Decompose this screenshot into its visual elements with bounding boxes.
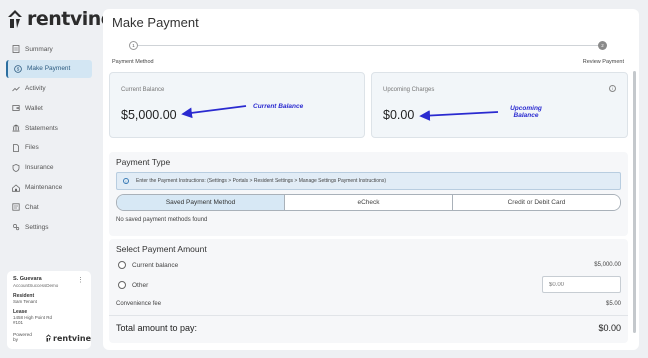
account-name: AccountSuccessDemo	[13, 283, 59, 288]
main-scrollbar[interactable]	[633, 71, 636, 333]
payment-type-section: Payment Type i Enter the Payment Instruc…	[109, 152, 628, 236]
upcoming-annotation-line1: Upcoming	[510, 105, 542, 112]
sidebar-item-settings[interactable]: Settings	[6, 218, 92, 236]
powered-by-logo-text: rentvine	[53, 333, 91, 343]
step-1-indicator[interactable]: 1	[129, 41, 138, 50]
total-label: Total amount to pay:	[116, 323, 198, 333]
sidebar-item-label: Chat	[25, 203, 39, 211]
sidebar-item-maintenance[interactable]: Maintenance	[6, 179, 92, 197]
sidebar: rentvine Summary $ Make Payment Activity…	[0, 0, 114, 358]
payment-amount-title: Select Payment Amount	[116, 244, 207, 254]
info-icon[interactable]: i	[609, 85, 616, 92]
convenience-fee-label: Convenience fee	[116, 301, 162, 307]
step-2-indicator[interactable]: 2	[598, 41, 607, 50]
user-name: S. Guevara	[13, 276, 42, 282]
tab-credit-debit-card[interactable]: Credit or Debit Card	[453, 195, 620, 210]
wallet-icon	[12, 104, 20, 112]
file-icon	[12, 144, 20, 152]
powered-by-logo: rentvine	[45, 334, 91, 343]
current-balance-label: Current Balance	[121, 87, 165, 93]
activity-icon	[12, 85, 20, 93]
other-amount-option[interactable]: Other	[118, 281, 148, 289]
page-title: Make Payment	[112, 15, 199, 30]
current-balance-option-label: Current balance	[132, 261, 179, 269]
sidebar-item-label: Wallet	[25, 104, 43, 112]
maintenance-icon	[12, 184, 20, 192]
convenience-fee-row: Convenience fee	[116, 301, 161, 307]
sidebar-item-activity[interactable]: Activity	[6, 80, 92, 98]
sidebar-item-make-payment[interactable]: $ Make Payment	[6, 59, 92, 78]
step-2-label: Review Payment	[582, 59, 624, 65]
sidebar-item-label: Make Payment	[27, 65, 71, 73]
convenience-fee-value: $5.00	[605, 301, 621, 307]
rentvine-mini-icon	[45, 334, 52, 342]
upcoming-charges-card: Upcoming Charges $0.00 i	[371, 72, 628, 138]
dollar-circle-icon: $	[14, 64, 22, 73]
current-balance-card: Current Balance $5,000.00	[109, 72, 365, 138]
payment-type-tabs: Saved Payment Method eCheck Credit or De…	[116, 194, 621, 211]
sidebar-item-label: Statements	[25, 124, 58, 132]
total-divider	[109, 315, 628, 316]
sidebar-item-label: Files	[25, 144, 39, 152]
total-value: $0.00	[598, 323, 621, 333]
payment-type-title: Payment Type	[116, 157, 171, 167]
document-icon	[12, 45, 20, 53]
current-balance-annotation: Current Balance	[253, 103, 304, 110]
current-balance-amount: $5,000.00	[594, 262, 621, 268]
powered-by: Powered by rentvine	[13, 333, 91, 343]
main-panel: Make Payment 1 2 Payment Method Review P…	[103, 9, 639, 350]
stepper-line	[135, 45, 601, 46]
other-amount-radio[interactable]	[118, 281, 126, 289]
rentvine-logo[interactable]: rentvine	[7, 8, 114, 30]
sidebar-item-statements[interactable]: Statements	[6, 119, 92, 137]
lease-unit: #101	[13, 320, 24, 325]
tab-saved-payment-method[interactable]: Saved Payment Method	[117, 195, 285, 210]
info-icon: i	[123, 178, 129, 184]
sidebar-item-label: Summary	[25, 45, 53, 53]
current-balance-value: $5,000.00	[121, 108, 177, 122]
other-amount-input[interactable]	[542, 276, 621, 293]
current-balance-option[interactable]: Current balance	[118, 261, 178, 269]
sidebar-item-label: Insurance	[25, 164, 54, 172]
payment-instructions-banner: i Enter the Payment Instructions: (Setti…	[116, 172, 621, 190]
upcoming-charges-label: Upcoming Charges	[383, 87, 435, 93]
powered-by-label: Powered by	[13, 333, 32, 343]
sidebar-item-chat[interactable]: Chat	[6, 198, 92, 216]
current-balance-radio[interactable]	[118, 261, 126, 269]
upcoming-balance-annotation: Upcoming Balance	[503, 105, 549, 119]
payment-amount-section: Select Payment Amount Current balance $5…	[109, 239, 628, 343]
upcoming-annotation-line2: Balance	[513, 112, 539, 120]
upcoming-charges-value: $0.00	[383, 108, 415, 122]
sidebar-item-label: Activity	[25, 85, 46, 93]
user-card: S. Guevara AccountSuccessDemo ⋮ Resident…	[7, 271, 91, 349]
tab-echeck[interactable]: eCheck	[285, 195, 453, 210]
chat-icon	[12, 203, 20, 211]
rentvine-logo-icon	[8, 10, 22, 28]
bank-icon	[12, 124, 20, 132]
payment-instructions-text: Enter the Payment Instructions: (Setting…	[136, 178, 386, 184]
more-options-icon[interactable]: ⋮	[77, 276, 84, 284]
sidebar-item-insurance[interactable]: Insurance	[6, 159, 92, 177]
step-1-label: Payment Method	[112, 59, 154, 65]
sidebar-item-wallet[interactable]: Wallet	[6, 99, 92, 117]
sidebar-nav: Summary $ Make Payment Activity Wallet S…	[6, 40, 92, 238]
settings-icon	[12, 223, 20, 231]
sidebar-item-label: Maintenance	[25, 184, 63, 192]
resident-value: Sam Tenant	[13, 299, 37, 304]
sidebar-item-label: Settings	[25, 223, 49, 231]
sidebar-item-files[interactable]: Files	[6, 139, 92, 157]
shield-icon	[12, 163, 20, 172]
sidebar-item-summary[interactable]: Summary	[6, 40, 92, 58]
no-saved-methods-message: No saved payment methods found	[116, 217, 208, 223]
svg-text:$: $	[17, 66, 20, 71]
other-amount-label: Other	[132, 281, 149, 289]
logo-text: rentvine	[27, 8, 114, 30]
